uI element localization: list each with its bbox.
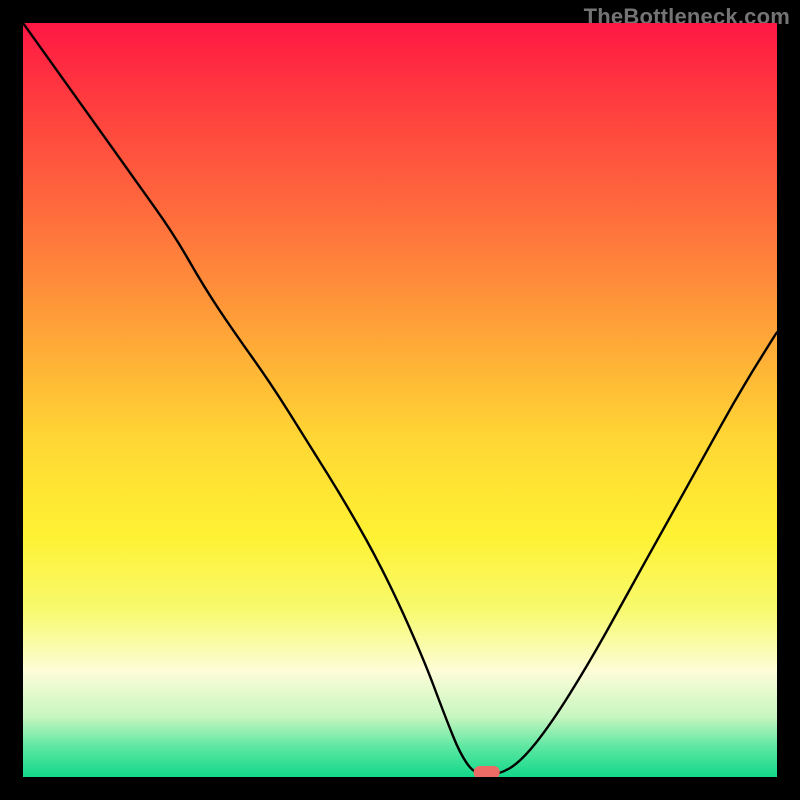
gradient-background [23,23,777,777]
bottleneck-plot [23,23,777,777]
chart-frame: TheBottleneck.com [0,0,800,800]
optimal-point-marker [474,766,500,777]
